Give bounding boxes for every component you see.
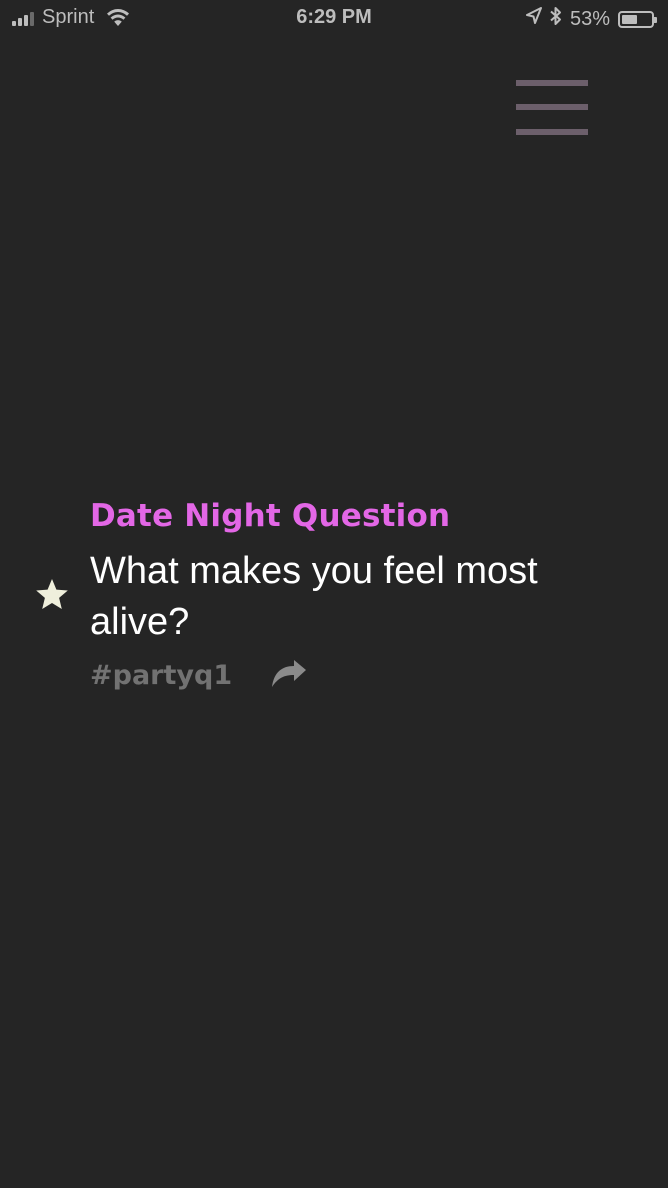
location-arrow-icon [525,7,542,31]
hashtag-link[interactable]: #partyq1 [90,660,232,691]
menu-line [516,104,588,110]
hamburger-menu-icon[interactable] [516,78,588,138]
battery-level-fill [622,14,637,24]
question-meta: #partyq1 [90,659,630,691]
menu-line [516,80,588,86]
battery-icon [618,10,657,28]
battery-percent: 53% [569,7,610,30]
bluetooth-icon [550,6,562,32]
share-arrow-icon[interactable] [270,659,308,691]
question-text: What makes you feel most alive? [90,550,538,643]
question-category: Date Night Question [90,498,451,534]
menu-line [516,129,588,135]
star-icon[interactable] [34,577,70,613]
question-card: Date Night Question What makes you feel … [90,496,630,691]
status-bar: Sprint 6:29 PM 53% [0,0,668,38]
status-right: 53% [525,6,657,32]
